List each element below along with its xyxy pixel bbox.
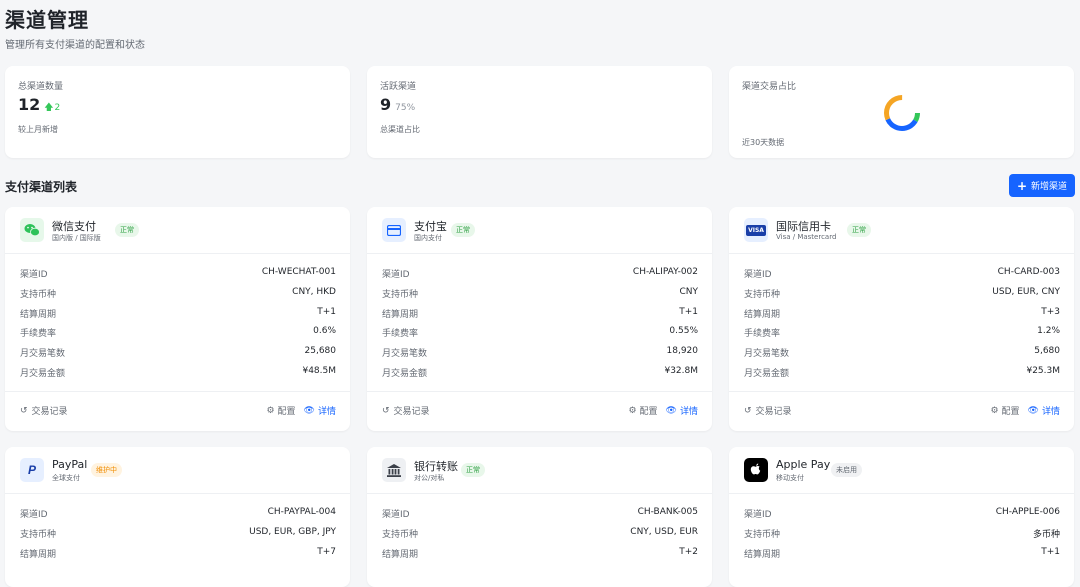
detail-row-currency: 支持币种 CNY (382, 287, 698, 300)
stat-note: 较上月新增 (18, 125, 58, 134)
transaction-records-link[interactable]: ↺ 交易记录 (20, 404, 68, 418)
gear-icon: ⚙ (990, 405, 999, 416)
config-button[interactable]: ⚙ 配置 (628, 404, 657, 418)
detail-row-settle: 结算周期 T+7 (20, 547, 336, 560)
channel-card: 银行转账 对公/对私 正常 渠道ID CH-BANK-005 支持币种 CNY, U… (367, 447, 712, 587)
channel-card: 微信支付 国内版 / 国际版 正常 渠道ID CH-WECHAT-001 支持币种… (5, 207, 350, 431)
detail-button[interactable]: 👁 详情 (1027, 404, 1060, 418)
page-title: 渠道管理 (5, 8, 89, 32)
stat-card-share: 渠道交易占比 近30天数据 (729, 66, 1074, 158)
history-icon: ↺ (20, 405, 28, 416)
page-subtitle: 管理所有支付渠道的配置和状态 (5, 40, 145, 51)
detail-row-currency: 支持币种 CNY, HKD (20, 287, 336, 300)
channel-name: 国际信用卡 (776, 220, 831, 233)
add-channel-label: 新增渠道 (1031, 182, 1068, 192)
channel-card: Apple Pay 移动支付 未启用 渠道ID CH-APPLE-006 支持币种… (729, 447, 1074, 587)
wechat-icon (20, 218, 44, 242)
detail-row-currency: 支持币种 多币种 (744, 530, 1060, 540)
transaction-records-link[interactable]: ↺ 交易记录 (382, 404, 430, 418)
status-badge: 正常 (115, 223, 139, 237)
detail-row-settle: 结算周期 T+1 (744, 547, 1060, 560)
status-badge: 维护中 (91, 463, 122, 477)
detail-row-amount: 月交易金额 ¥48.5M (20, 366, 336, 379)
detail-row-id: 渠道ID CH-WECHAT-001 (20, 267, 336, 280)
detail-row-fee: 手续费率 0.6% (20, 326, 336, 339)
detail-row-id: 渠道ID CH-PAYPAL-004 (20, 507, 336, 520)
channel-card: P PayPal 全球支付 维护中 渠道ID CH-PAYPAL-004 支持币种… (5, 447, 350, 587)
eye-icon: 👁 (303, 405, 315, 416)
stat-label: 总渠道数量 (18, 82, 64, 92)
detail-row-currency: 支持币种 CNY, USD, EUR (382, 527, 698, 540)
paypal-icon: P (20, 458, 44, 482)
detail-row-currency: 支持币种 USD, EUR, GBP, JPY (20, 527, 336, 540)
detail-row-id: 渠道ID CH-CARD-003 (744, 267, 1060, 280)
detail-row-settle: 结算周期 T+2 (382, 547, 698, 560)
eye-icon: 👁 (1027, 405, 1039, 416)
detail-row-settle: 结算周期 T+1 (382, 307, 698, 320)
stat-note: 近30天数据 (742, 138, 785, 147)
eye-icon: 👁 (665, 405, 677, 416)
config-button[interactable]: ⚙ 配置 (990, 404, 1019, 418)
add-channel-button[interactable]: + 新增渠道 (1009, 174, 1075, 197)
total-channels-value: 12 (18, 95, 41, 114)
total-channels-delta: 2 (54, 103, 61, 113)
status-badge: 正常 (451, 223, 475, 237)
gear-icon: ⚙ (628, 405, 637, 416)
detail-row-id: 渠道ID CH-APPLE-006 (744, 507, 1060, 520)
apple-icon (744, 458, 768, 482)
channel-subtitle: 全球支付 (52, 474, 80, 482)
plus-icon: + (1016, 178, 1028, 193)
active-channels-value: 9 (380, 95, 392, 114)
share-donut-chart (884, 95, 920, 131)
channel-subtitle: 移动支付 (776, 474, 804, 482)
channel-card: 支付宝 国内支付 正常 渠道ID CH-ALIPAY-002 支持币种 CNY 结算… (367, 207, 712, 431)
channel-card: VISA 国际信用卡 Visa / Mastercard 正常 渠道ID CH-C… (729, 207, 1074, 431)
detail-row-amount: 月交易金额 ¥32.8M (382, 366, 698, 379)
channel-subtitle: 对公/对私 (414, 474, 445, 482)
section-title: 支付渠道列表 (5, 180, 78, 194)
detail-row-fee: 手续费率 0.55% (382, 326, 698, 339)
history-icon: ↺ (382, 405, 390, 416)
stat-card-total: 总渠道数量 12 🡅2 较上月新增 (5, 66, 350, 158)
gear-icon: ⚙ (266, 405, 275, 416)
transaction-records-link[interactable]: ↺ 交易记录 (744, 404, 792, 418)
stat-value: 12 🡅2 (18, 95, 60, 116)
status-badge: 正常 (461, 463, 485, 477)
detail-row-currency: 支持币种 USD, EUR, CNY (744, 287, 1060, 300)
detail-row-settle: 结算周期 T+3 (744, 307, 1060, 320)
trend-up-icon: 🡅 (44, 103, 54, 113)
stat-label: 渠道交易占比 (742, 82, 797, 92)
stat-card-active: 活跃渠道 9 75% 总渠道占比 (367, 66, 712, 158)
detail-row-id: 渠道ID CH-BANK-005 (382, 507, 698, 520)
channel-name: 银行转账 (414, 460, 458, 473)
detail-row-settle: 结算周期 T+1 (20, 307, 336, 320)
status-badge: 未启用 (831, 463, 862, 477)
channel-name: PayPal (52, 458, 88, 471)
channel-name: Apple Pay (776, 458, 831, 471)
detail-row-fee: 手续费率 1.2% (744, 326, 1060, 339)
channel-subtitle: 国内支付 (414, 234, 442, 242)
detail-button[interactable]: 👁 详情 (665, 404, 698, 418)
channel-name: 支付宝 (414, 220, 447, 233)
detail-button[interactable]: 👁 详情 (303, 404, 336, 418)
channel-subtitle: Visa / Mastercard (776, 233, 837, 241)
detail-row-count: 月交易笔数 25,680 (20, 346, 336, 359)
history-icon: ↺ (744, 405, 752, 416)
stat-note: 总渠道占比 (380, 125, 420, 134)
channel-name: 微信支付 (52, 220, 96, 233)
detail-row-id: 渠道ID CH-ALIPAY-002 (382, 267, 698, 280)
channel-subtitle: 国内版 / 国际版 (52, 234, 101, 242)
alipay-card-icon (382, 218, 406, 242)
config-button[interactable]: ⚙ 配置 (266, 404, 295, 418)
stat-label: 活跃渠道 (380, 82, 417, 92)
active-channels-pct: 75% (395, 103, 416, 113)
visa-icon: VISA (744, 218, 768, 242)
status-badge: 正常 (847, 223, 871, 237)
stat-value: 9 75% (380, 95, 415, 114)
detail-row-count: 月交易笔数 18,920 (382, 346, 698, 359)
detail-row-amount: 月交易金额 ¥25.3M (744, 366, 1060, 379)
bank-icon (382, 458, 406, 482)
detail-row-count: 月交易笔数 5,680 (744, 346, 1060, 359)
